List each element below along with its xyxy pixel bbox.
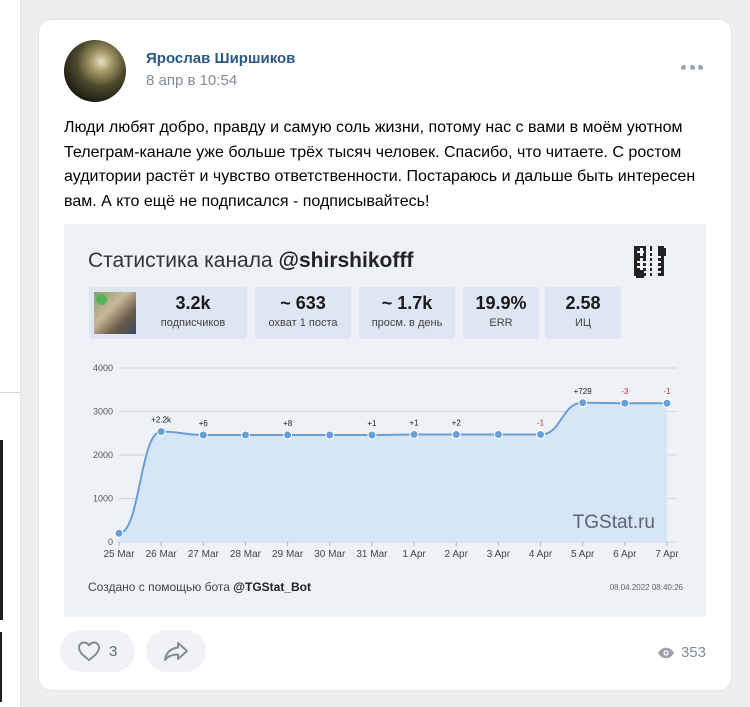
- image-footer: Создано с помощью бота @TGStat_Bot: [88, 580, 311, 594]
- x-tick-label: 29 Mar: [272, 549, 304, 560]
- x-tick-label: 25 Mar: [103, 549, 135, 560]
- stat-daily-views: ~ 1.7k просм. в день: [359, 287, 455, 339]
- data-point: [283, 430, 293, 440]
- y-tick-label: 0: [108, 537, 113, 547]
- like-count: 3: [109, 642, 118, 660]
- stat-reach: ~ 633 охват 1 поста: [255, 287, 351, 339]
- data-point: [367, 430, 377, 440]
- more-options-icon[interactable]: [681, 60, 703, 74]
- data-point: [409, 430, 419, 440]
- post-date[interactable]: 8 апр в 10:54: [146, 72, 237, 89]
- x-tick-label: 26 Mar: [146, 549, 178, 560]
- stat-value: ~ 1.7k: [381, 293, 433, 313]
- edge-mark: [0, 632, 2, 702]
- x-tick-label: 7 Apr: [655, 549, 679, 560]
- stat-value: ~ 633: [280, 293, 326, 313]
- data-point: [451, 430, 461, 440]
- data-point: [493, 430, 503, 440]
- stat-value: 19.9%: [475, 293, 527, 313]
- stat-label: ERR: [489, 317, 513, 329]
- x-tick-label: 6 Apr: [613, 549, 637, 560]
- share-icon: [164, 642, 188, 661]
- stat-label: ИЦ: [574, 317, 592, 329]
- x-tick-label: 31 Mar: [356, 549, 388, 560]
- data-point: [325, 430, 335, 440]
- post-card: Ярослав Ширшиков 8 апр в 10:54 Люди любя…: [39, 20, 731, 690]
- data-label: +729: [574, 387, 593, 396]
- data-label: -3: [621, 387, 629, 396]
- stat-value: 2.58: [565, 293, 601, 313]
- data-point: [578, 398, 588, 408]
- x-tick-label: 4 Apr: [529, 549, 553, 560]
- data-label: -1: [663, 387, 671, 396]
- data-point: [240, 430, 250, 440]
- like-button[interactable]: 3: [60, 630, 135, 672]
- data-label: +1: [367, 419, 377, 428]
- chart-watermark: TGStat.ru: [573, 512, 655, 533]
- views-count: 353: [680, 644, 706, 661]
- data-label: +2: [452, 419, 462, 428]
- data-point: [536, 430, 546, 440]
- stat-label: просм. в день: [371, 317, 443, 329]
- data-point: [114, 528, 124, 538]
- author-name[interactable]: Ярослав Ширшиков: [146, 50, 295, 67]
- stat-subscribers: 3.2k подписчиков: [89, 287, 247, 339]
- y-tick-label: 1000: [93, 494, 113, 504]
- divider: [0, 392, 20, 393]
- left-panel-edge: [0, 0, 21, 707]
- channel-avatar: [94, 292, 136, 334]
- x-tick-label: 5 Apr: [571, 549, 595, 560]
- heart-icon: [78, 641, 100, 661]
- x-tick-label: 28 Mar: [230, 549, 262, 560]
- edge-mark: [0, 440, 3, 620]
- image-timestamp: 08.04.2022 08:40:26: [609, 583, 683, 592]
- stat-label: подписчиков: [160, 317, 226, 329]
- data-point: [662, 398, 672, 408]
- data-label: +8: [283, 419, 293, 428]
- data-label: +1: [410, 419, 420, 428]
- stat-citation-index: 2.58 ИЦ: [545, 287, 621, 339]
- x-tick-label: 30 Mar: [314, 549, 346, 560]
- qr-code-icon: [634, 246, 664, 276]
- data-label: -1: [537, 419, 545, 428]
- x-tick-label: 2 Apr: [445, 549, 469, 560]
- data-point: [156, 427, 166, 437]
- image-title: Статистика канала @shirshikofff: [88, 249, 414, 272]
- data-point: [620, 398, 630, 408]
- eye-icon: [657, 647, 674, 658]
- x-tick-label: 27 Mar: [188, 549, 220, 560]
- subscribers-chart: 0 1000 2000 3000 4000 25 Mar 26 Mar 27 Mar 28 Ma…: [93, 363, 679, 560]
- stat-err: 19.9% ERR: [463, 287, 539, 339]
- y-tick-label: 3000: [93, 407, 113, 417]
- post-image[interactable]: Статистика канала @shirshikofff 3.2k под…: [64, 224, 706, 617]
- author-avatar[interactable]: [64, 40, 126, 102]
- share-button[interactable]: [146, 630, 206, 672]
- views-counter: 353: [657, 644, 706, 661]
- y-tick-label: 2000: [93, 450, 113, 460]
- stat-value: 3.2k: [175, 293, 211, 313]
- post-text: Люди любят добро, правду и самую соль жи…: [64, 119, 696, 210]
- data-label: +2.2k: [151, 416, 172, 425]
- data-point: [198, 430, 208, 440]
- stat-label: охват 1 поста: [268, 317, 338, 329]
- y-tick-label: 4000: [93, 363, 113, 373]
- data-label: +6: [199, 419, 209, 428]
- x-tick-label: 3 Apr: [487, 549, 511, 560]
- x-tick-label: 1 Apr: [402, 549, 426, 560]
